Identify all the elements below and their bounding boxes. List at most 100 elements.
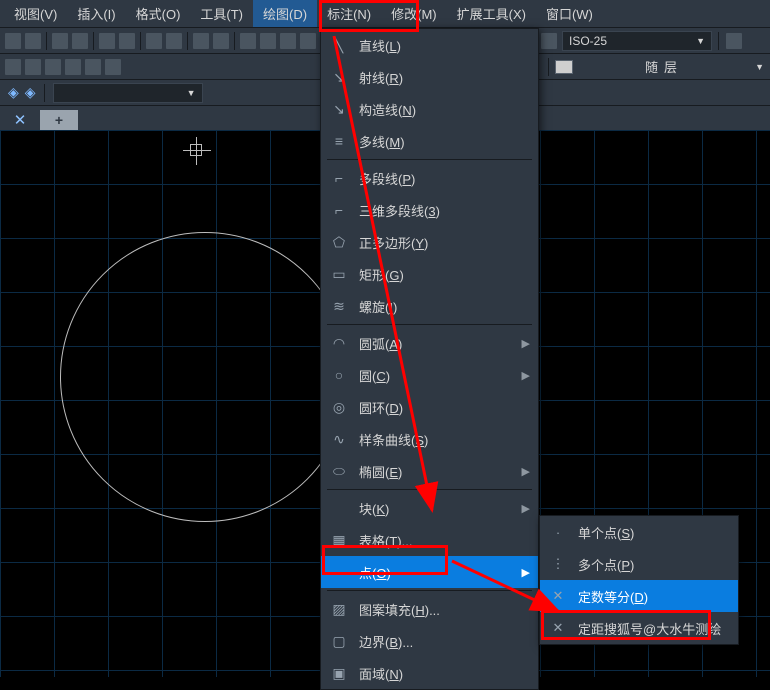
item-icon: ○	[329, 365, 349, 385]
layer-swatch[interactable]	[555, 60, 573, 74]
menu-view[interactable]: 视图(V)	[4, 0, 67, 27]
item-icon: ▨	[329, 599, 349, 619]
menu-item[interactable]: ⬠正多边形(Y)	[321, 226, 538, 258]
item-icon: ≡	[329, 131, 349, 151]
dim-icon[interactable]	[541, 33, 557, 49]
item-icon: ╲	[329, 35, 349, 55]
menu-item[interactable]: ▭矩形(G)	[321, 258, 538, 290]
menu-item[interactable]: ∿样条曲线(S)	[321, 423, 538, 455]
menu-item[interactable]: ○圆(C)▶	[321, 359, 538, 391]
item-icon: ✕	[548, 618, 568, 638]
item-icon: ·	[329, 562, 349, 582]
tool-icon[interactable]	[193, 33, 209, 49]
menu-item[interactable]: ↘构造线(N)	[321, 93, 538, 125]
diamond-icon[interactable]: ◈	[25, 84, 36, 101]
draw-menu: ╲直线(L)↘射线(R)↘构造线(N)≡多线(M) ⌐ 多段线(P) ⌐三维多段线(3…	[320, 28, 539, 690]
menu-item[interactable]: ·点(O)▶	[321, 556, 538, 588]
item-label: 表格(T)...	[359, 531, 412, 550]
tool-icon[interactable]	[240, 33, 256, 49]
close-tab-button[interactable]: ✕	[0, 110, 40, 130]
tool-icon[interactable]	[99, 33, 115, 49]
separator	[140, 32, 141, 50]
tool-icon[interactable]	[280, 33, 296, 49]
tool-icon[interactable]	[260, 33, 276, 49]
submenu-arrow-icon: ▶	[522, 566, 530, 579]
menu-item[interactable]: ◎ 圆环(D)	[321, 391, 538, 423]
item-icon: ⌐	[329, 168, 349, 188]
item-icon: ▢	[329, 631, 349, 651]
item-label: 多段线(P)	[359, 169, 415, 188]
menu-item[interactable]: 块(K)▶	[321, 492, 538, 524]
diamond-icon[interactable]: ◈	[8, 84, 19, 101]
menu-format[interactable]: 格式(O)	[126, 0, 191, 27]
item-icon	[329, 498, 349, 518]
item-icon: ↘	[329, 67, 349, 87]
menu-separator	[327, 159, 532, 160]
tool-icon[interactable]	[5, 59, 21, 75]
tool-icon[interactable]	[5, 33, 21, 49]
tool-icon[interactable]	[146, 33, 162, 49]
tool-icon[interactable]	[166, 33, 182, 49]
submenu-arrow-icon: ▶	[522, 502, 530, 515]
menu-bar: 视图(V) 插入(I) 格式(O) 工具(T) 绘图(D) 标注(N) 修改(M…	[0, 0, 770, 28]
tool-icon[interactable]	[213, 33, 229, 49]
tool-icon[interactable]	[85, 59, 101, 75]
separator	[718, 32, 719, 50]
tool-icon[interactable]	[119, 33, 135, 49]
menu-tools[interactable]: 工具(T)	[190, 0, 253, 27]
tool-icon[interactable]	[45, 59, 61, 75]
tool-icon[interactable]	[65, 59, 81, 75]
layer-row-right: 随层 ▼	[540, 54, 770, 80]
separator	[234, 32, 235, 50]
item-label: 螺旋(I)	[359, 297, 397, 316]
item-label: 正多边形(Y)	[359, 233, 428, 252]
menu-extensions[interactable]: 扩展工具(X)	[447, 0, 536, 27]
menu-separator	[327, 324, 532, 325]
menu-item[interactable]: ◠圆弧(A)▶	[321, 327, 538, 359]
menu-window[interactable]: 窗口(W)	[536, 0, 603, 27]
tool-icon[interactable]	[726, 33, 742, 49]
menu-item[interactable]: ▨ 图案填充(H)...	[321, 593, 538, 625]
tool-icon[interactable]	[300, 33, 316, 49]
menu-item[interactable]: ▣面域(N)	[321, 657, 538, 689]
menu-item[interactable]: ⌐三维多段线(3)	[321, 194, 538, 226]
dimension-style-row: ISO-25 ▼	[540, 28, 770, 54]
item-icon: ◎	[329, 397, 349, 417]
menu-item[interactable]: ▦表格(T)...	[321, 524, 538, 556]
menu-modify[interactable]: 修改(M)	[381, 0, 447, 27]
submenu-arrow-icon: ▶	[522, 465, 530, 478]
submenu-item[interactable]: ⋮多个点(P)	[540, 548, 738, 580]
bylayer-label: 随层	[577, 57, 751, 76]
menu-item[interactable]: ⌐ 多段线(P)	[321, 162, 538, 194]
tool-icon[interactable]	[52, 33, 68, 49]
menu-item[interactable]: ↘射线(R)	[321, 61, 538, 93]
submenu-item[interactable]: ✕定数等分(D)	[540, 580, 738, 612]
menu-item[interactable]: ⬭椭圆(E)▶	[321, 455, 538, 487]
layer-dropdown[interactable]: ▼	[53, 83, 203, 103]
tool-icon[interactable]	[105, 59, 121, 75]
item-label: 边界(B)...	[359, 632, 413, 651]
submenu-item[interactable]: ✕定距搜狐号@大水牛测绘	[540, 612, 738, 644]
submenu-item[interactable]: ·单个点(S)	[540, 516, 738, 548]
chevron-down-icon: ▼	[696, 36, 705, 46]
item-label: 圆(C)	[359, 366, 390, 385]
menu-item[interactable]: ╲直线(L)	[321, 29, 538, 61]
item-icon: ✕	[548, 586, 568, 606]
tool-icon[interactable]	[25, 59, 41, 75]
new-tab-button[interactable]: +	[40, 110, 78, 130]
menu-separator	[327, 489, 532, 490]
menu-item[interactable]: ≡多线(M)	[321, 125, 538, 157]
menu-item[interactable]: ≋螺旋(I)	[321, 290, 538, 322]
item-icon: ↘	[329, 99, 349, 119]
menu-dimension[interactable]: 标注(N)	[317, 0, 381, 27]
item-label: 矩形(G)	[359, 265, 404, 284]
menu-item[interactable]: ▢ 边界(B)...	[321, 625, 538, 657]
menu-draw[interactable]: 绘图(D)	[253, 0, 317, 27]
menu-insert[interactable]: 插入(I)	[67, 0, 125, 27]
tool-icon[interactable]	[25, 33, 41, 49]
item-label: 圆环(D)	[359, 398, 403, 417]
item-label: 图案填充(H)...	[359, 600, 440, 619]
dimstyle-dropdown[interactable]: ISO-25 ▼	[562, 31, 712, 51]
tool-icon[interactable]	[72, 33, 88, 49]
crosshair-cursor	[190, 144, 202, 156]
